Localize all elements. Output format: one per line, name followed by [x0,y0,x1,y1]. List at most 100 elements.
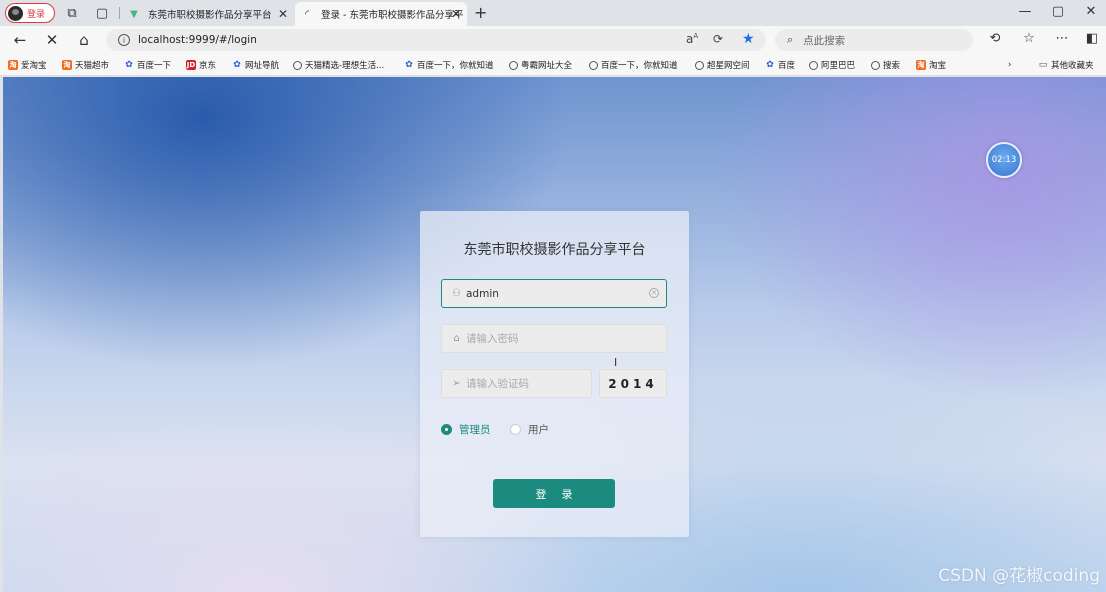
bookmark-label: 爱淘宝 [21,61,47,71]
radio-dot [510,424,521,435]
bookmark-label: 网址导航 [245,61,280,71]
profile-label: 登录 [27,9,46,20]
bookmark-item[interactable]: ✿ 百度一下 [124,58,171,72]
tab-title: 东莞市职校摄影作品分享平台 [148,10,272,21]
bookmark-item[interactable]: JD 京东 [186,58,216,72]
refresh-icon[interactable]: ⟳ [713,32,723,46]
text-cursor-icon: I [614,356,618,369]
taobao-icon: 淘 [8,60,18,70]
globe-icon [589,60,598,70]
bookmarks-bar: 淘爱淘宝 淘天猫超市 ✿ 百度一下 JD 京东 ✿ 网址导航 天猫精选-理想生活...… [0,54,1106,76]
tab-actions-icon[interactable]: ▢ [93,4,111,22]
role-admin-radio[interactable]: 管理员 [441,422,491,437]
vue-logo-icon: ▼ [130,8,138,20]
close-icon[interactable]: ✕ [451,7,461,21]
bookmark-label: 粤霸网址大全 [521,61,573,71]
globe-icon [809,60,818,70]
address-bar: ← ✕ ⌂ i localhost:9999/#/login aA ⟳ ★ ⌕ … [0,26,1106,54]
login-card: 东莞市职校摄影作品分享平台 ⚇ admin ✕ ⌂ 请输入密码 ➢ 请输入验证码… [420,211,689,537]
avatar [8,5,23,21]
bookmark-item[interactable]: ✿ 网址导航 [232,58,279,72]
profile-button[interactable]: 登录 [5,3,55,23]
bookmark-label: 阿里巴巴 [821,61,856,71]
bookmark-item[interactable]: 天猫精选-理想生活... [293,58,384,72]
more-icon[interactable]: ⋯ [1053,31,1071,46]
favorites-icon[interactable]: ☆ [1020,31,1038,46]
captcha-image[interactable]: 2014 [599,369,667,398]
sidebar-icon[interactable]: ◧ [1083,31,1101,46]
close-window-icon[interactable]: ✕ [1081,4,1101,19]
baidu-icon: ✿ [233,60,241,70]
url-field[interactable]: i localhost:9999/#/login aA ⟳ ★ [106,29,766,51]
new-tab-icon[interactable]: + [474,3,487,22]
info-icon[interactable]: i [118,34,130,46]
taobao-icon: 淘 [916,60,926,70]
bookmark-item[interactable]: 淘爱淘宝 [8,58,47,72]
bookmark-item[interactable]: 超星网空间 [695,58,750,72]
clock-widget[interactable]: 02:13 [986,142,1022,178]
globe-icon [871,60,880,70]
tab-strip: 登录 ⧉ ▢ ▼ 东莞市职校摄影作品分享平台 ✕ ◜ 登录 - 东莞市职校摄影作… [0,0,1106,26]
captcha-placeholder: 请输入验证码 [466,378,529,390]
captcha-input[interactable]: ➢ 请输入验证码 [441,369,592,398]
role-user-radio[interactable]: 用户 [510,422,549,437]
role-label: 管理员 [459,424,491,436]
watermark: CSDN @花椒coding [938,566,1100,586]
bookmark-label: 百度一下 [137,61,172,71]
bookmark-label: 天猫超市 [75,61,110,71]
bookmark-label: 淘宝 [929,61,947,71]
globe-icon [509,60,518,70]
bookmark-item[interactable]: 淘天猫超市 [62,58,109,72]
collections-icon[interactable]: ⧉ [63,4,81,22]
bookmark-label: 其他收藏夹 [1051,61,1094,71]
other-bookmarks[interactable]: ▭ 其他收藏夹 [1038,58,1094,72]
password-input[interactable]: ⌂ 请输入密码 [441,324,667,353]
username-value: admin [466,287,499,300]
bookmark-label: 搜索 [883,61,901,71]
globe-icon [695,60,704,70]
loading-icon: ◜ [305,8,309,20]
baidu-icon: ✿ [125,60,133,70]
username-input[interactable]: ⚇ admin ✕ [441,279,667,308]
folder-icon: ▭ [1038,60,1048,70]
read-aloud-icon[interactable]: aA [686,32,698,46]
lock-icon: ⌂ [453,333,460,344]
search-placeholder: 点此搜索 [803,34,846,47]
bookmark-item[interactable]: 百度一下，你就知道 [589,58,678,72]
bookmark-item[interactable]: ✿ 百度一下，你就知道 [404,58,493,72]
url-text: localhost:9999/#/login [138,34,257,46]
page-title: 东莞市职校摄影作品分享平台 [463,242,646,258]
bookmark-item[interactable]: 淘淘宝 [916,58,946,72]
user-icon: ⚇ [452,288,461,299]
minimize-icon[interactable]: — [1015,4,1035,19]
tab-title: 登录 - 东莞市职校摄影作品分享平 [321,10,464,21]
bookmark-item[interactable]: 搜索 [871,58,900,72]
favorite-star-icon[interactable]: ★ [742,31,755,47]
bookmark-label: 百度一下，你就知道 [601,61,678,71]
login-button[interactable]: 登 录 [493,479,615,508]
tab-separator [119,7,120,19]
search-icon: ⌕ [787,33,794,46]
home-icon[interactable]: ⌂ [74,30,94,50]
extensions-icon[interactable]: ⟲ [986,31,1004,46]
maximize-icon[interactable]: ▢ [1048,4,1068,19]
radio-dot [441,424,452,435]
bookmark-label: 超星网空间 [707,61,750,71]
search-field[interactable]: ⌕ 点此搜索 [775,29,973,51]
clear-icon[interactable]: ✕ [649,288,659,298]
bookmark-label: 百度 [778,61,796,71]
password-placeholder: 请输入密码 [466,333,519,345]
role-label: 用户 [528,424,549,436]
bookmark-item[interactable]: 粤霸网址大全 [509,58,572,72]
bookmark-label: 天猫精选-理想生活... [305,61,385,71]
bookmark-item[interactable]: 阿里巴巴 [809,58,855,72]
bookmarks-overflow-icon[interactable]: › [1008,58,1011,72]
back-icon[interactable]: ← [10,30,30,50]
close-icon[interactable]: ✕ [278,7,288,21]
bookmark-label: 京东 [199,61,217,71]
stop-icon[interactable]: ✕ [42,30,62,50]
tab-home[interactable]: ▼ 东莞市职校摄影作品分享平台 ✕ [124,2,294,26]
tab-login[interactable]: ◜ 登录 - 东莞市职校摄影作品分享平 ✕ [295,2,467,26]
page-viewport: 02:13 东莞市职校摄影作品分享平台 ⚇ admin ✕ ⌂ 请输入密码 ➢ … [3,77,1106,592]
bookmark-item[interactable]: ✿ 百度 [765,58,795,72]
